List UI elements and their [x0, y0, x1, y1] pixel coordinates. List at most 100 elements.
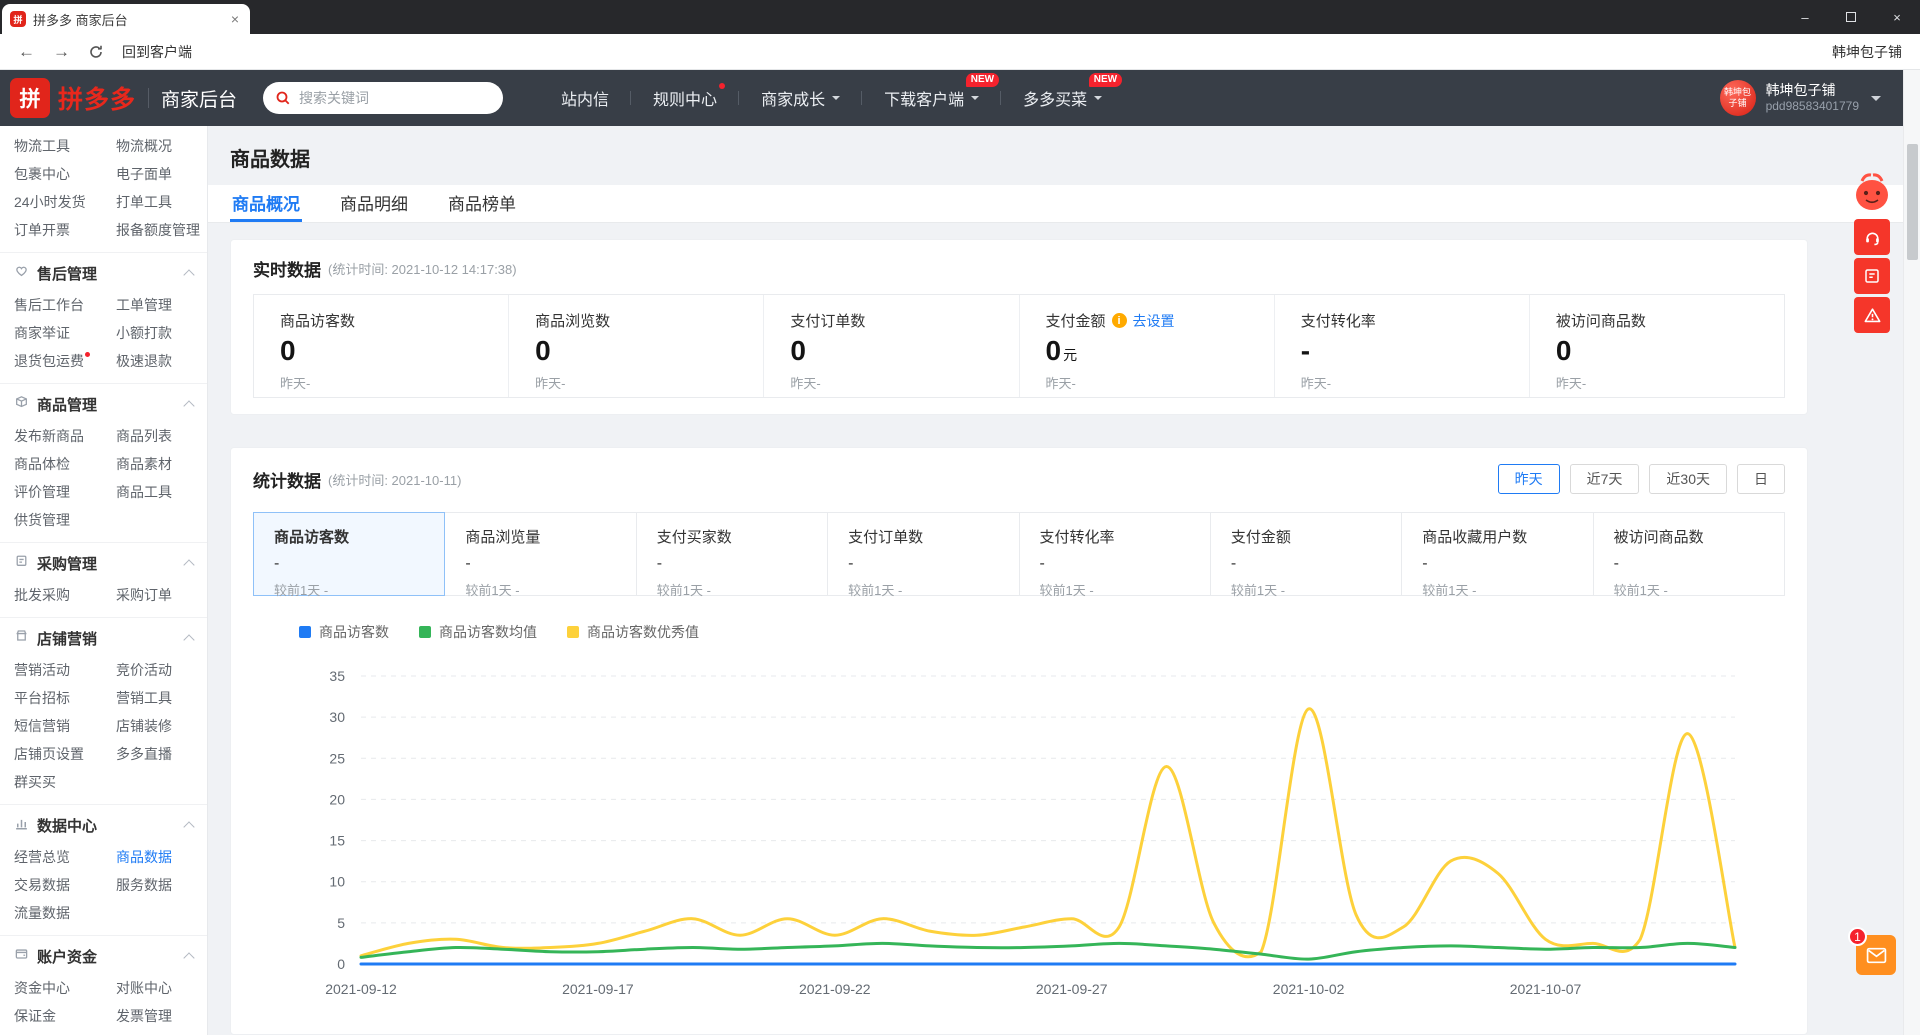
sidebar-item[interactable]: 短信营销	[14, 712, 116, 740]
sidebar-item[interactable]: 评价管理	[14, 478, 116, 506]
legend-label: 商品访客数均值	[439, 624, 537, 640]
forward-icon[interactable]: →	[53, 43, 70, 60]
sidebar-item[interactable]: 保证金	[14, 1002, 116, 1030]
sidebar-item[interactable]: 商品数据	[116, 843, 207, 871]
sidebar-group-header[interactable]: 售后管理	[0, 255, 207, 291]
sidebar-item[interactable]: 24小时发货	[14, 188, 116, 216]
sidebar-group-title: 店铺营销	[37, 630, 98, 648]
sidebar-item[interactable]: 发布新商品	[14, 422, 116, 450]
navbar-menu-item[interactable]: 下载客户端 NEW	[862, 70, 1002, 126]
sidebar-item[interactable]: 订单开票	[14, 216, 116, 244]
back-icon[interactable]: ←	[18, 43, 35, 60]
stat-cell[interactable]: 商品浏览量 - 较前1天 -	[444, 512, 637, 598]
stat-cell[interactable]: 支付买家数 - 较前1天 -	[635, 512, 829, 598]
user-menu[interactable]: 韩坤包子铺 韩坤包子铺 pdd98583401779	[1719, 80, 1881, 116]
search-box[interactable]	[263, 82, 504, 114]
browser-tab[interactable]: 拼 拼多多 商家后台 ×	[2, 4, 250, 34]
stat-cell[interactable]: 商品访客数 - 较前1天 -	[253, 512, 446, 598]
sidebar-item[interactable]: 报备额度管理	[116, 216, 207, 244]
sidebar-item[interactable]: 批发采购	[14, 581, 116, 609]
period-button[interactable]: 近30天	[1649, 464, 1727, 494]
sidebar-item[interactable]: 供货管理	[14, 506, 116, 534]
navbar-menu-item[interactable]: 商家成长	[739, 70, 863, 126]
stat-cell[interactable]: 商品收藏用户数 - 较前1天 -	[1401, 512, 1594, 598]
settings-link[interactable]: 去设置	[1133, 311, 1175, 331]
vertical-scrollbar[interactable]	[1903, 70, 1920, 1035]
mascot-icon[interactable]	[1850, 172, 1894, 212]
sidebar-group-header[interactable]: 账户资金	[0, 938, 207, 974]
navbar-menu-label: 规则中心	[653, 92, 718, 109]
legend-item[interactable]: 商品访客数均值	[419, 622, 537, 642]
refresh-icon[interactable]	[88, 44, 104, 60]
sidebar-item[interactable]: 采购订单	[116, 581, 207, 609]
sidebar-item[interactable]: 极速退款	[116, 347, 207, 375]
sidebar-item[interactable]: 店铺页设置	[14, 740, 116, 768]
sidebar-item[interactable]: 物流概况	[116, 132, 207, 160]
navbar-menu-item[interactable]: 站内信	[539, 70, 632, 126]
client-toolbar: ← → 回到客户端 韩坤包子铺	[0, 34, 1920, 70]
aftersale-icon	[14, 263, 29, 283]
legend-item[interactable]: 商品访客数	[299, 622, 389, 642]
metric-unit: 元	[1063, 347, 1078, 363]
scrollbar-thumb[interactable]	[1907, 144, 1918, 260]
info-icon[interactable]: i	[1111, 313, 1127, 328]
period-button[interactable]: 近7天	[1569, 464, 1640, 494]
sidebar-item[interactable]: 多多直播	[116, 740, 207, 768]
sidebar-item[interactable]: 群买买	[14, 768, 116, 796]
messages-button[interactable]: 1	[1848, 927, 1896, 975]
sidebar-item[interactable]: 包裹中心	[14, 160, 116, 188]
sidebar-item[interactable]: 电子面单	[116, 160, 207, 188]
stat-cell[interactable]: 支付转化率 - 较前1天 -	[1018, 512, 1211, 598]
sidebar-item[interactable]: 竞价活动	[116, 656, 207, 684]
sidebar-item[interactable]: 营销工具	[116, 684, 207, 712]
sidebar-item[interactable]: 打单工具	[116, 188, 207, 216]
sidebar-item[interactable]: 发票管理	[116, 1002, 207, 1030]
sidebar-group-header[interactable]: 采购管理	[0, 545, 207, 581]
legend-item[interactable]: 商品访客数优秀值	[567, 622, 699, 642]
legend-swatch	[299, 626, 311, 638]
navbar-menu-item[interactable]: 多多买菜 NEW	[1001, 70, 1124, 126]
period-button[interactable]: 昨天	[1497, 464, 1560, 494]
page-tab[interactable]: 商品概况	[230, 185, 302, 222]
stat-cell[interactable]: 支付订单数 - 较前1天 -	[827, 512, 1020, 598]
sidebar-item[interactable]: 商品工具	[116, 478, 207, 506]
sidebar-item[interactable]: 商品素材	[116, 450, 207, 478]
page-tab[interactable]: 商品榜单	[446, 185, 518, 222]
navbar-menu-label: 下载客户端	[884, 92, 965, 109]
period-button[interactable]: 日	[1737, 464, 1785, 494]
sidebar-item[interactable]: 售后工作台	[14, 291, 116, 319]
tab-close-icon[interactable]: ×	[228, 11, 242, 27]
sidebar-item[interactable]: 商品列表	[116, 422, 207, 450]
sidebar-item[interactable]: 交易数据	[14, 871, 116, 899]
close-button[interactable]: ×	[1874, 0, 1920, 34]
report-button[interactable]	[1854, 297, 1890, 333]
sidebar-item[interactable]: 对账中心	[116, 974, 207, 1002]
minimize-button[interactable]: –	[1782, 0, 1828, 34]
sidebar-group-header[interactable]: 商品管理	[0, 386, 207, 422]
navbar-menu-item[interactable]: 规则中心	[631, 70, 740, 126]
back-to-client-link[interactable]: 回到客户端	[122, 42, 192, 62]
page-tab-strip: 商品概况 商品明细 商品榜单	[208, 185, 1903, 223]
sidebar-item[interactable]: 资金中心	[14, 974, 116, 1002]
support-button[interactable]	[1854, 219, 1890, 255]
sidebar-item[interactable]: 商家举证	[14, 319, 116, 347]
sidebar-item[interactable]: 退货包运费	[14, 347, 116, 375]
sidebar-item[interactable]: 物流工具	[14, 132, 116, 160]
feedback-button[interactable]	[1854, 258, 1890, 294]
sidebar-item[interactable]: 平台招标	[14, 684, 116, 712]
sidebar-group-header[interactable]: 店铺营销	[0, 620, 207, 656]
sidebar-item[interactable]: 小额打款	[116, 319, 207, 347]
sidebar-item[interactable]: 工单管理	[116, 291, 207, 319]
maximize-button[interactable]	[1828, 0, 1874, 34]
sidebar-item[interactable]: 商品体检	[14, 450, 116, 478]
sidebar-item[interactable]: 服务数据	[116, 871, 207, 899]
stat-cell[interactable]: 被访问商品数 - 较前1天 -	[1592, 512, 1785, 598]
sidebar-group-header[interactable]: 数据中心	[0, 807, 207, 843]
sidebar-item[interactable]: 店铺装修	[116, 712, 207, 740]
page-tab[interactable]: 商品明细	[338, 185, 410, 222]
search-input[interactable]	[299, 90, 492, 106]
sidebar-item[interactable]: 流量数据	[14, 899, 116, 927]
stat-cell[interactable]: 支付金额 - 较前1天 -	[1209, 512, 1403, 598]
sidebar-item[interactable]: 营销活动	[14, 656, 116, 684]
sidebar-item[interactable]: 经营总览	[14, 843, 116, 871]
